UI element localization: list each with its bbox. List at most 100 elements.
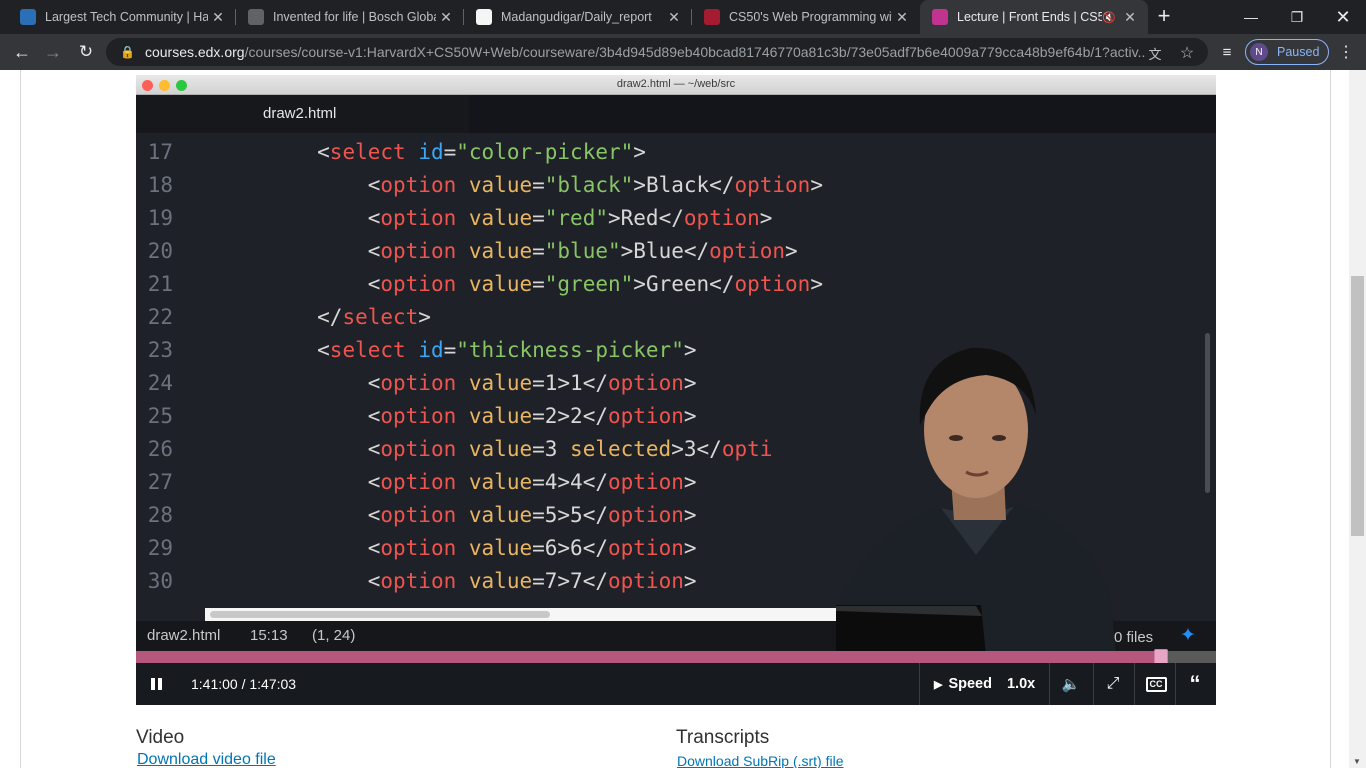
line-number: 30: [147, 569, 173, 593]
code-line: 21 <option value="green">Green</option>: [136, 272, 1216, 305]
volume-icon[interactable]: 🔈: [1060, 663, 1082, 705]
presenter-image: [836, 347, 1116, 655]
code-line: 18 <option value="black">Black</option>: [136, 173, 1216, 206]
tab-close-icon[interactable]: ✕: [436, 9, 456, 26]
pause-button[interactable]: [144, 663, 168, 705]
code-token: option: [380, 470, 457, 494]
profile-button[interactable]: N Paused: [1245, 39, 1329, 65]
editor-horizontal-scroll-thumb: [210, 611, 550, 618]
back-button[interactable]: ←: [9, 39, 35, 65]
code-token: </: [582, 536, 608, 560]
closed-captions-icon[interactable]: CC: [1144, 663, 1168, 705]
address-bar[interactable]: 🔒 courses.edx.org/courses/course-v1:Harv…: [106, 38, 1208, 66]
transcript-quote-icon[interactable]: “: [1184, 663, 1206, 705]
menu-icon[interactable]: ⋮: [1336, 39, 1356, 65]
code-token: option: [608, 470, 684, 494]
speed-button[interactable]: ▶ Speed 1.0x: [934, 663, 1035, 705]
code-token: value: [468, 470, 533, 494]
code-token: 3: [683, 437, 697, 461]
code-token: >: [683, 503, 697, 527]
close-window-button[interactable]: ✕: [1320, 0, 1366, 34]
download-video-link[interactable]: Download video file: [137, 751, 276, 768]
reload-button[interactable]: ↻: [73, 39, 99, 65]
url-host: courses.edx.org: [144, 44, 245, 60]
browser-tab[interactable]: Madangudigar/Daily_report ✕: [464, 0, 692, 34]
translate-icon[interactable]: 文: [1146, 44, 1164, 62]
content-border-right: [1330, 70, 1331, 768]
code-token: Blue: [633, 239, 684, 263]
url-path: /courses/course-v1:HarvardX+CS50W+Web/co…: [244, 44, 1145, 60]
fullscreen-icon[interactable]: ⤢: [1102, 663, 1124, 705]
code-token: option: [608, 371, 684, 395]
code-text: <option value="blue">Blue</option>: [216, 239, 798, 263]
code-token: select: [342, 305, 419, 329]
code-token: value: [468, 206, 533, 230]
code-token: select: [329, 338, 406, 362]
line-number: 23: [147, 338, 173, 362]
code-token: option: [380, 503, 457, 527]
browser-tab[interactable]: Invented for life | Bosch Global ✕: [236, 0, 464, 34]
forward-button[interactable]: →: [40, 39, 66, 65]
lock-icon[interactable]: 🔒: [120, 45, 135, 59]
code-token: option: [709, 239, 786, 263]
code-token: 5: [570, 503, 583, 527]
media-control-icon[interactable]: ≡: [1214, 39, 1240, 65]
code-token: >: [418, 305, 431, 329]
code-token: id: [418, 140, 444, 164]
code-token: =7>: [532, 569, 571, 593]
tab-close-icon[interactable]: ✕: [892, 9, 912, 26]
code-text: <select id="color-picker">: [216, 140, 646, 164]
browser-tab[interactable]: Largest Tech Community | Hac ✕: [8, 0, 236, 34]
code-token: </: [582, 371, 608, 395]
new-tab-button[interactable]: +: [1152, 5, 1176, 29]
tab-audio-icon[interactable]: 🔇: [1102, 11, 1116, 24]
page-scroll-thumb[interactable]: [1351, 276, 1364, 536]
code-token: >: [683, 404, 697, 428]
time-display: 1:41:00 / 1:47:03: [191, 676, 297, 692]
code-token: option: [608, 404, 684, 428]
bookmark-star-icon[interactable]: ☆: [1178, 44, 1196, 62]
tab-title: Invented for life | Bosch Global: [273, 10, 436, 24]
video-player[interactable]: draw2.html — ~/web/src draw2.html 17 <se…: [136, 75, 1216, 705]
code-token: =: [443, 140, 457, 164]
code-token: option: [608, 536, 684, 560]
code-token: option: [734, 173, 811, 197]
tab-close-icon[interactable]: ✕: [1120, 9, 1140, 26]
code-token: >: [620, 239, 634, 263]
browser-tab[interactable]: Lecture | Front Ends | CS50 🔇 ✕: [920, 0, 1148, 34]
url-text[interactable]: courses.edx.org/courses/course-v1:Harvar…: [145, 44, 1145, 60]
tab-close-icon[interactable]: ✕: [664, 9, 684, 26]
code-token: option: [380, 206, 457, 230]
video-progress-bar[interactable]: [136, 649, 1216, 665]
minimize-button[interactable]: —: [1228, 0, 1274, 34]
code-token: value: [468, 173, 533, 197]
code-token: =5>: [532, 503, 571, 527]
status-time: 15:13: [250, 627, 288, 644]
line-number: 26: [147, 437, 173, 461]
code-token: <: [216, 272, 381, 296]
page-scrollbar[interactable]: ▼: [1349, 70, 1366, 768]
code-token: option: [380, 371, 457, 395]
code-token: value: [468, 569, 533, 593]
download-transcript-link[interactable]: Download SubRip (.srt) file: [677, 753, 844, 768]
code-token: value: [468, 536, 533, 560]
browser-tab[interactable]: CS50's Web Programming with ✕: [692, 0, 920, 34]
code-token: select: [329, 140, 406, 164]
code-token: =3: [532, 437, 571, 461]
code-token: >: [671, 437, 684, 461]
code-token: <: [216, 536, 381, 560]
code-token: option: [380, 272, 457, 296]
status-files-count: 0 files: [1114, 629, 1154, 646]
scroll-down-arrow-icon[interactable]: ▼: [1353, 757, 1361, 766]
code-token: option: [608, 503, 684, 527]
squirrel-icon: ✦: [1180, 625, 1196, 646]
code-token: "green": [544, 272, 634, 296]
tab-close-icon[interactable]: ✕: [208, 9, 228, 26]
maximize-button[interactable]: ❐: [1274, 0, 1320, 34]
